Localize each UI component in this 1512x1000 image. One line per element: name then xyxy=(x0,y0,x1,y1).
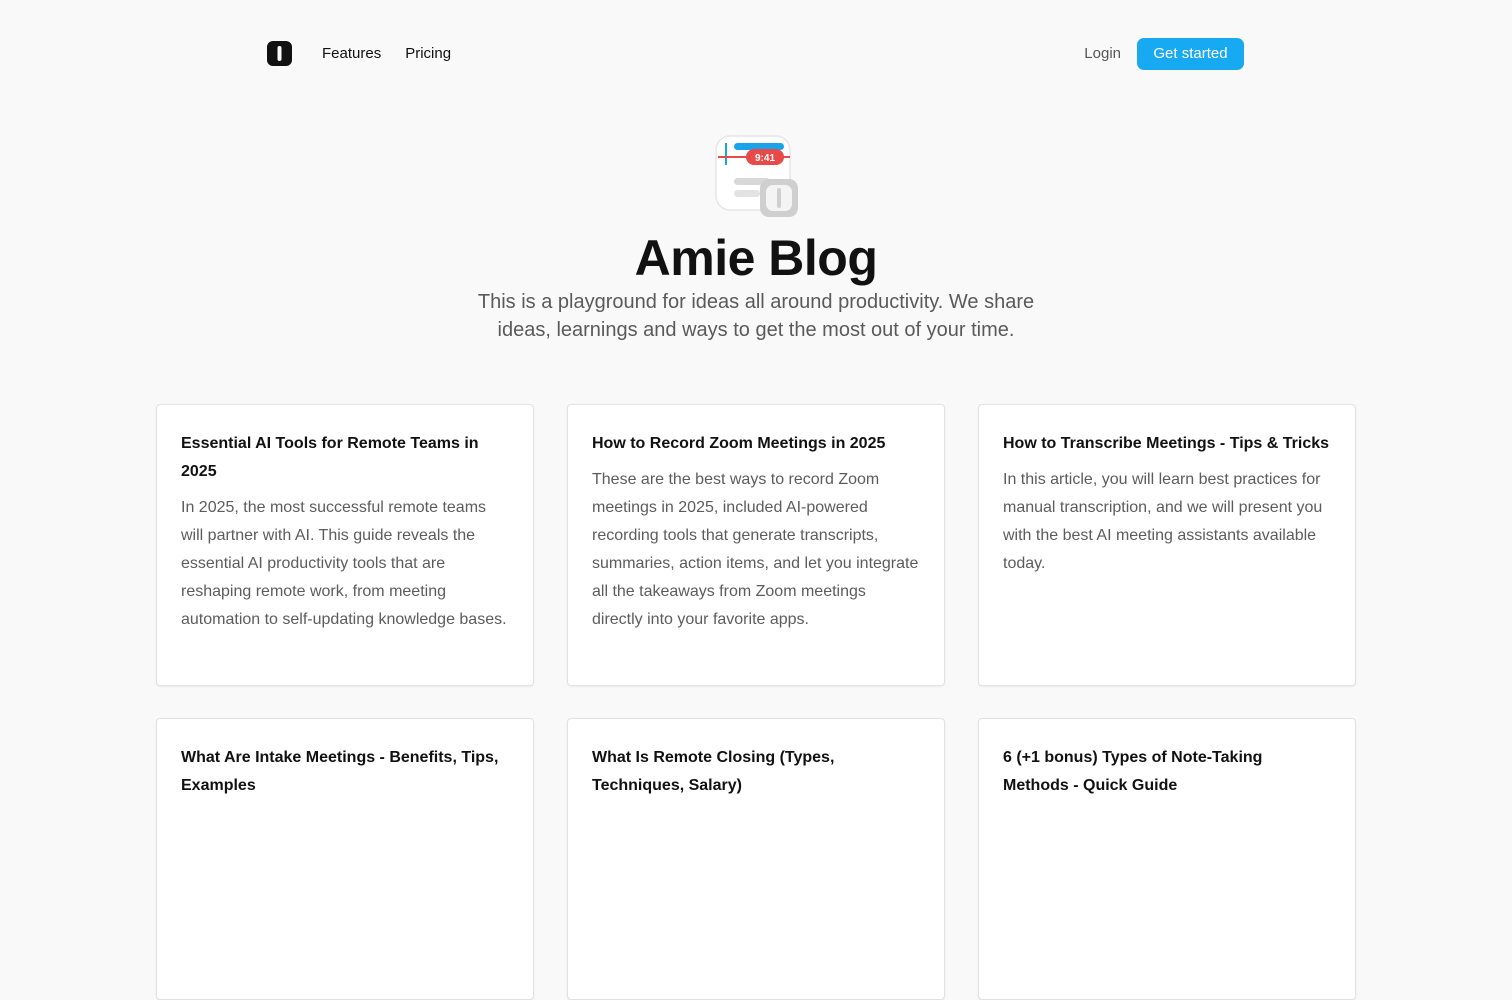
post-title[interactable]: How to Transcribe Meetings - Tips & Tric… xyxy=(1003,430,1331,458)
blog-post-grid: Essential AI Tools for Remote Teams in 2… xyxy=(156,404,1356,1000)
page-subtitle: This is a playground for ideas all aroun… xyxy=(477,291,1035,341)
post-card[interactable]: How to Record Zoom Meetings in 2025 Thes… xyxy=(567,404,945,686)
nav-link-pricing[interactable]: Pricing xyxy=(405,45,451,62)
amie-calendar-app-icon: 9:41 xyxy=(715,135,798,217)
login-link[interactable]: Login xyxy=(1084,45,1121,62)
app-icon-time: 9:41 xyxy=(755,153,775,164)
post-title[interactable]: How to Record Zoom Meetings in 2025 xyxy=(592,430,920,458)
post-title[interactable]: Essential AI Tools for Remote Teams in 2… xyxy=(181,430,509,486)
amie-logo-icon[interactable] xyxy=(267,41,292,66)
post-title[interactable]: What Are Intake Meetings - Benefits, Tip… xyxy=(181,744,509,800)
post-description: These are the best ways to record Zoom m… xyxy=(592,471,919,628)
post-card[interactable]: Essential AI Tools for Remote Teams in 2… xyxy=(156,404,534,686)
post-title[interactable]: 6 (+1 bonus) Types of Note-Taking Method… xyxy=(1003,744,1331,800)
post-description: In 2025, the most successful remote team… xyxy=(181,499,507,628)
get-started-button[interactable]: Get started xyxy=(1137,37,1244,70)
post-title[interactable]: What Is Remote Closing (Types, Technique… xyxy=(592,744,920,800)
post-card[interactable]: 6 (+1 bonus) Types of Note-Taking Method… xyxy=(978,718,1356,1000)
nav-link-features[interactable]: Features xyxy=(322,45,381,62)
post-card[interactable]: What Is Remote Closing (Types, Technique… xyxy=(567,718,945,1000)
top-nav: Features Pricing Login Get started xyxy=(267,37,1244,70)
post-card[interactable]: What Are Intake Meetings - Benefits, Tip… xyxy=(156,718,534,1000)
post-card[interactable]: How to Transcribe Meetings - Tips & Tric… xyxy=(978,404,1356,686)
post-description: In this article, you will learn best pra… xyxy=(1003,471,1323,572)
page-title: Amie Blog xyxy=(634,230,878,286)
